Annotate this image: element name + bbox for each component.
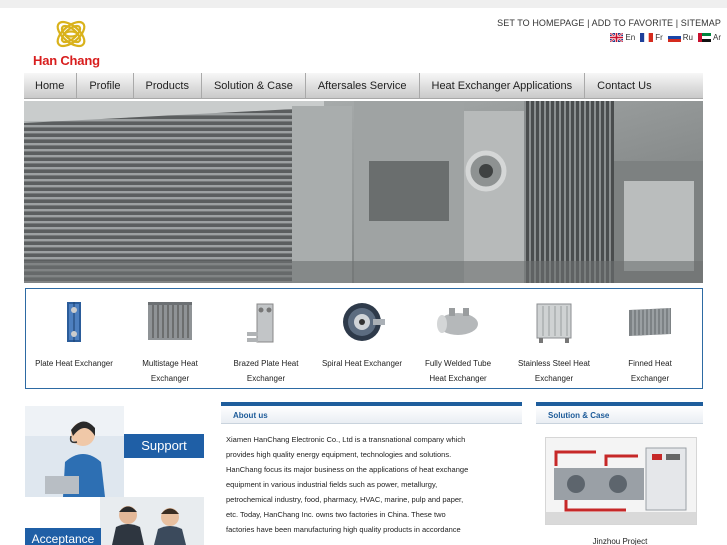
- support-image[interactable]: [25, 406, 124, 497]
- product-label: Plate Heat Exchanger: [35, 359, 113, 368]
- brand-name: Han Chang: [33, 53, 100, 68]
- sitemap-link[interactable]: SITEMAP: [681, 18, 721, 28]
- about-us-text: Xiamen HanChang Electronic Co., Ltd is a…: [226, 432, 518, 537]
- product-label: Stainless Steel Heat: [517, 359, 591, 368]
- nav-aftersales-service[interactable]: Aftersales Service: [306, 73, 420, 99]
- lang-label: En: [625, 33, 636, 42]
- top-links: SET TO HOMEPAGE | ADD TO FAVORITE | SITE…: [497, 18, 721, 28]
- lang-en[interactable]: En: [610, 33, 635, 42]
- case-caption[interactable]: Jinzhou Project: [536, 537, 704, 545]
- add-favorite-link[interactable]: ADD TO FAVORITE: [592, 18, 674, 28]
- product-label: Exchanger: [534, 374, 574, 383]
- case-image[interactable]: [545, 437, 697, 525]
- russia-flag-icon: [667, 33, 681, 42]
- about-line: equipment in various industrial fields s…: [226, 480, 438, 489]
- plate-heat-exchanger-image: [67, 302, 81, 342]
- product-stainless-steel-heat-exchanger[interactable]: Stainless Steel Heat Exchanger: [506, 289, 602, 386]
- solution-case-title: Solution & Case: [548, 411, 610, 420]
- separator: |: [673, 18, 681, 28]
- lang-label: Fr: [655, 33, 663, 42]
- brazed-plate-heat-exchanger-image: [247, 303, 274, 343]
- about-line: Xiamen HanChang Electronic Co., Ltd is a…: [226, 435, 466, 444]
- jinzhou-project-photo: [546, 438, 696, 524]
- product-label: Exchanger: [630, 374, 670, 383]
- about-line: provides high quality energy equipment, …: [226, 450, 452, 459]
- acceptance-button[interactable]: Acceptance: [25, 528, 101, 545]
- nav-contact-us[interactable]: Contact Us: [585, 73, 663, 99]
- lang-ru[interactable]: Ru: [667, 33, 693, 42]
- spiral-heat-exchanger-image: [343, 303, 385, 341]
- support-agent-photo: [25, 406, 124, 497]
- france-flag-icon: [640, 33, 654, 42]
- solution-case-header: Solution & Case: [536, 402, 703, 424]
- product-brazed-plate-heat-exchanger[interactable]: Brazed Plate Heat Exchanger: [218, 289, 314, 386]
- finned-heat-exchanger-image: [629, 308, 671, 336]
- acceptance-image[interactable]: [100, 497, 204, 545]
- product-label: Brazed Plate Heat: [233, 359, 299, 368]
- product-multistage-heat-exchanger[interactable]: Multistage Heat Exchanger: [122, 289, 218, 386]
- support-button[interactable]: Support: [124, 434, 204, 458]
- logo[interactable]: Han Chang: [33, 14, 113, 70]
- product-strip: Plate Heat Exchanger Multistage Heat Exch…: [25, 288, 703, 389]
- product-label: Exchanger: [150, 374, 190, 383]
- lang-fr[interactable]: Fr: [640, 33, 663, 42]
- product-label: Finned Heat: [628, 359, 672, 368]
- product-label: Exchanger: [246, 374, 286, 383]
- lang-label: Ru: [682, 33, 693, 42]
- multistage-heat-exchanger-image: [148, 302, 192, 340]
- hero-banner-image: [24, 101, 703, 283]
- uae-flag-icon: [698, 33, 711, 42]
- about-line: factories have been manufacturing high q…: [226, 525, 461, 534]
- product-finned-heat-exchanger[interactable]: Finned Heat Exchanger: [602, 289, 698, 386]
- about-line: petrochemical industry, food, pharmacy, …: [226, 495, 464, 504]
- nav-profile[interactable]: Profile: [77, 73, 134, 99]
- about-us-header: About us: [221, 402, 522, 424]
- product-label: Multistage Heat: [142, 359, 198, 368]
- product-spiral-heat-exchanger[interactable]: Spiral Heat Exchanger: [314, 289, 410, 371]
- top-strip: [0, 0, 727, 8]
- set-homepage-link[interactable]: SET TO HOMEPAGE: [497, 18, 584, 28]
- separator: |: [584, 18, 592, 28]
- about-us-title: About us: [233, 411, 268, 420]
- product-label: Fully Welded Tube: [424, 359, 492, 368]
- nav-products[interactable]: Products: [134, 73, 202, 99]
- nav-heat-exchanger-applications[interactable]: Heat Exchanger Applications: [420, 73, 586, 99]
- product-plate-heat-exchanger[interactable]: Plate Heat Exchanger: [26, 289, 122, 371]
- about-line: HanChang focus its major business on the…: [226, 465, 469, 474]
- language-switcher: En Fr Ru Ar: [610, 33, 721, 42]
- logo-mark-icon: [56, 20, 86, 48]
- fully-welded-tube-heat-exchanger-image: [437, 308, 478, 335]
- lang-label: Ar: [713, 33, 721, 42]
- main-nav: Home Profile Products Solution & Case Af…: [24, 73, 703, 99]
- product-label: Spiral Heat Exchanger: [321, 359, 403, 368]
- nav-home[interactable]: Home: [24, 73, 78, 99]
- heat-exchanger-photo: [24, 101, 703, 283]
- nav-solution-case[interactable]: Solution & Case: [202, 73, 306, 99]
- acceptance-team-photo: [100, 497, 204, 545]
- lang-ar[interactable]: Ar: [698, 33, 721, 42]
- product-fully-welded-tube-heat-exchanger[interactable]: Fully Welded Tube Heat Exchanger: [410, 289, 506, 386]
- product-label: Heat Exchanger: [429, 374, 487, 383]
- uk-flag-icon: [610, 33, 624, 42]
- about-line: etc. Today, HanChang Inc. owns two facto…: [226, 510, 446, 519]
- stainless-steel-heat-exchanger-image: [536, 303, 572, 343]
